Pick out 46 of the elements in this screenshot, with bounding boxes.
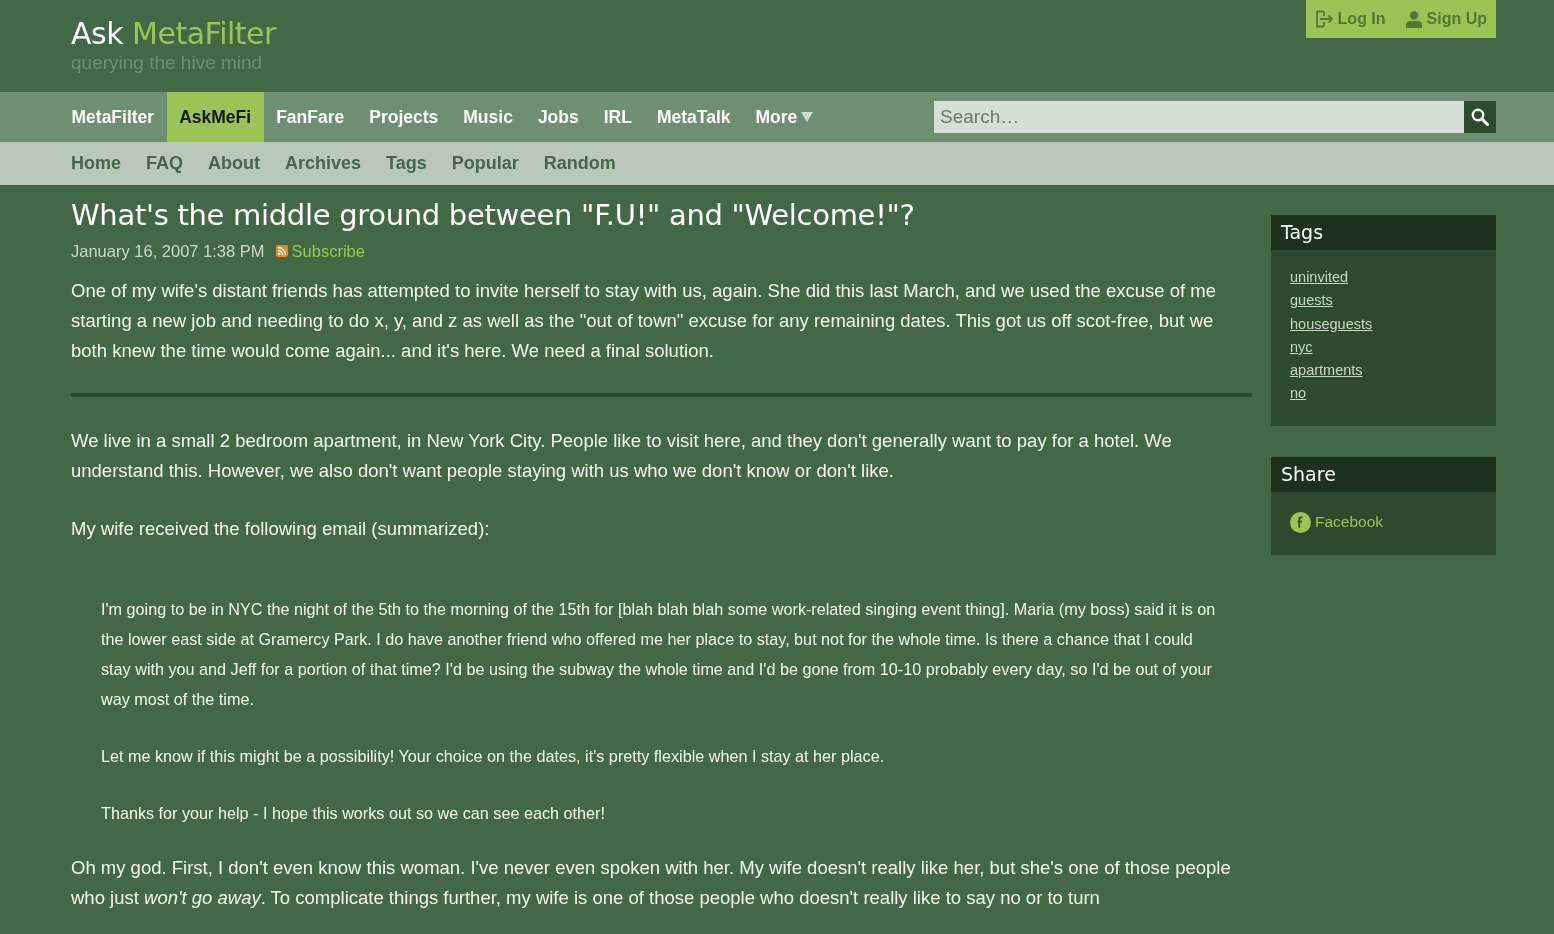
search-button[interactable] — [1464, 101, 1496, 133]
quoted-paragraph: Let me know if this might be a possibility! Your choice on the dates, it's pretty flexible when I stay at her place. — [101, 746, 886, 767]
subnav-link[interactable]: Archives — [285, 153, 362, 174]
nav-tab[interactable]: Jobs — [525, 92, 592, 142]
nav-tab[interactable]: Music — [450, 92, 526, 142]
door-arrow-icon — [1314, 10, 1333, 28]
tag-link[interactable]: guests — [1290, 289, 1333, 313]
subnav-link[interactable]: Tags — [386, 153, 427, 174]
post-summary: One of my wife's distant friends has attempted to invite herself to stay with us, again. She did this last March, and we used the excuse of me starting a new job and needing to do x, y, and z as well as the "out of town" excuse for any remaining dates. This got us off scot-free, but we both knew the time would come again... and it's here. We need a final solution. — [71, 279, 1217, 363]
tag-link[interactable]: houseguests — [1290, 312, 1373, 336]
nav-tab[interactable]: IRL — [591, 92, 645, 142]
tag-link[interactable]: nyc — [1290, 335, 1313, 360]
tag-link[interactable]: apartments — [1290, 359, 1363, 383]
log-in-link[interactable]: Log In — [1314, 10, 1386, 28]
caret-icon — [801, 112, 814, 122]
nav-tab[interactable]: MetaTalk — [644, 92, 744, 142]
panel-title: Share — [1271, 456, 1496, 492]
post-paragraph: My wife received the following email (summarized): — [71, 517, 491, 541]
subnav-link[interactable]: About — [208, 153, 260, 174]
post-paragraph: Oh my god. First, I don't even know this woman. I've never even spoken with her. My wife doesn't really like her, but she's one of those people who just won't go away. To complicate things further, my wife is one of those people who doesn't really like to say no or to turn — [71, 856, 1232, 910]
subnav-link[interactable]: Random — [543, 153, 616, 174]
facebook-icon — [1290, 511, 1311, 533]
tag-link[interactable]: uninvited — [1290, 266, 1349, 290]
search-field[interactable]: Search… — [934, 101, 1464, 133]
quoted-paragraph: Thanks for your help - I hope this works out so we can see each other! — [101, 803, 606, 824]
sign-up-link[interactable]: Sign Up — [1405, 10, 1487, 28]
rss-icon — [275, 245, 288, 257]
search-icon — [1471, 108, 1489, 126]
subnav-link[interactable]: FAQ — [146, 153, 184, 174]
quoted-paragraph: I'm going to be in NYC the night of the 5th to the morning of the 15th for [blah blah blah some work-related singing event thing]. Maria (my boss) said it is on the lower east side at Gramercy Park. I do have another friend who offered me her place to stay, but not for the whole time. Is there a chance that I could stay with you and Jeff for a portion of that time? I'd be using the subway the whole time and I'd be gone from 10-10 probably every day, so I'd be out of your way most of the time. — [101, 599, 1217, 710]
panel-title: Tags — [1271, 215, 1496, 250]
nav-tab[interactable]: MetaFilter — [59, 92, 167, 142]
tag-link[interactable]: no — [1290, 382, 1307, 406]
post-paragraph: We live in a small 2 bedroom apartment, in New York City. People like to visit here, and they don't generally want to pay for a hotel. We understand this. However, we also don't want people staying with us who we don't know or don't like. — [71, 429, 1173, 483]
nav-menu[interactable]: More — [743, 92, 826, 142]
nav-tab[interactable]: Projects — [356, 92, 451, 142]
post-title: What's the middle ground between "F.U!" and "Welcome!"? — [71, 197, 916, 233]
nav-tab[interactable]: AskMeFi — [166, 92, 264, 142]
share-link[interactable]: Facebook — [1290, 507, 1384, 535]
subscribe-link[interactable]: Subscribe — [275, 241, 365, 261]
site-logo[interactable]: Ask MetaFilter — [71, 15, 276, 53]
subnav-link[interactable]: Popular — [451, 153, 519, 174]
nav-tab[interactable]: FanFare — [263, 92, 357, 142]
post-date: January 16, 2007 1:38 PM — [71, 241, 265, 261]
person-icon — [1405, 10, 1422, 28]
subnav-link[interactable]: Home — [71, 153, 121, 174]
